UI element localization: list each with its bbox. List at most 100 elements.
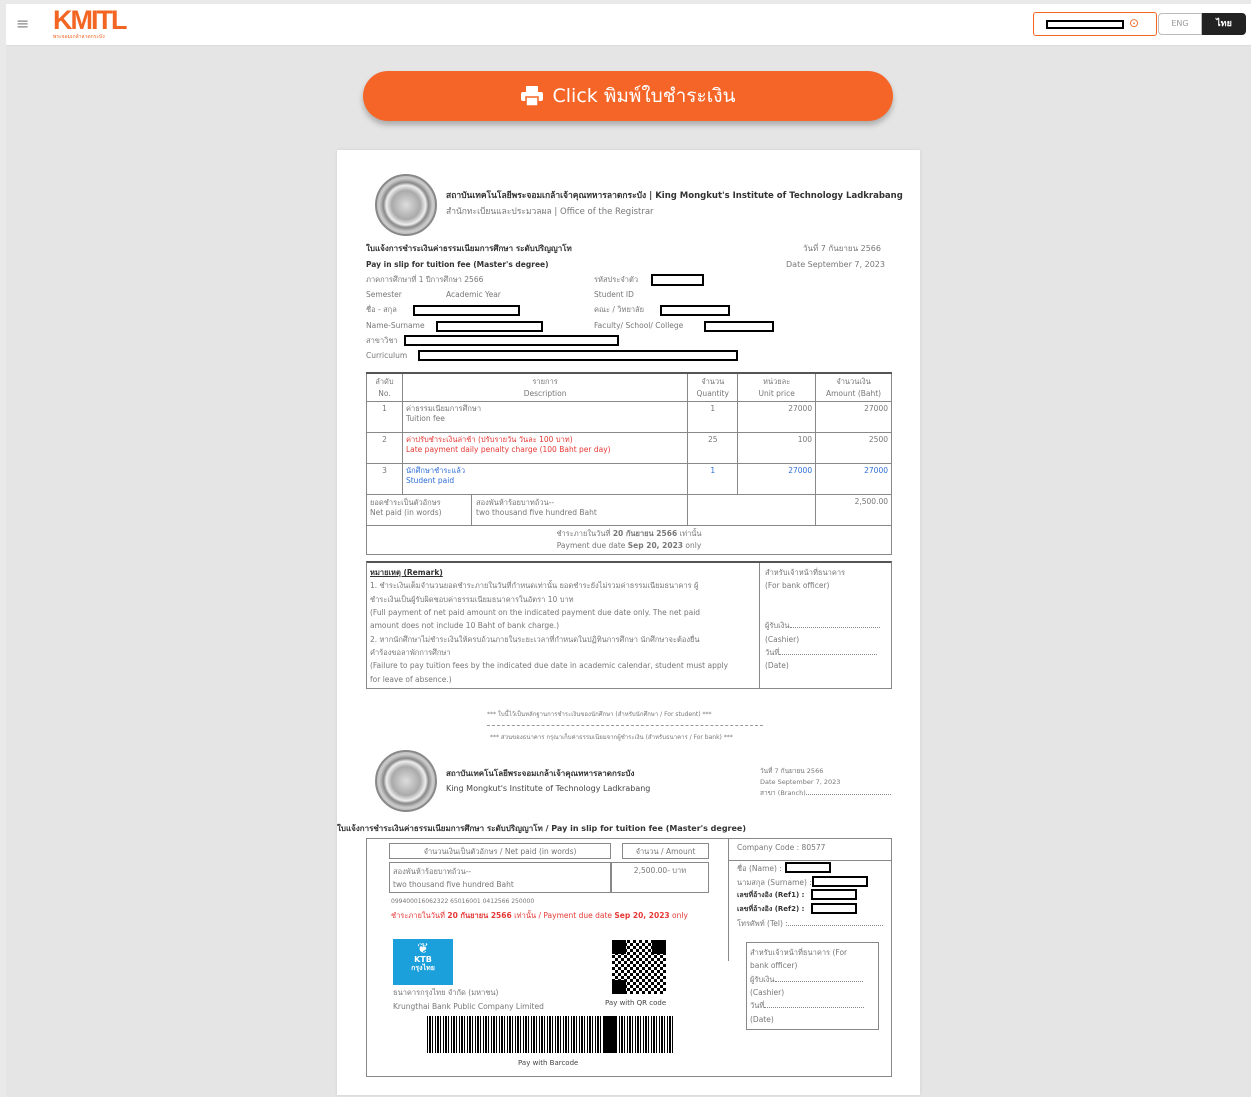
row-quantity: 1 <box>687 401 739 434</box>
slip-title-en: Pay in slip for tuition fee (Master's de… <box>366 260 549 269</box>
surname-label: นามสกุล (Surname) : <box>737 878 812 887</box>
ref2-label: เลขที่อ้างอิง (Ref2) : <box>737 905 805 913</box>
due-th-pre: ชำระภายในวันที่ <box>556 529 613 539</box>
tel-label: โทรศัพท์ (Tel) : <box>737 919 883 928</box>
amount-header-text: จำนวน / Amount <box>635 847 696 856</box>
lang-thai-button[interactable]: ไทย <box>1202 13 1246 35</box>
barcode <box>427 1016 675 1053</box>
row-unit-price: 100 <box>737 432 817 465</box>
desc-en: Late payment daily penalty charge (100 B… <box>405 444 611 454</box>
slip-title-th: ใบแจ้งการชำระเงินค่าธรรมเนียมการศึกษา ระ… <box>366 244 572 253</box>
amount-value-cell: 2,500.00- บาท <box>611 862 709 893</box>
bank-inst-th: สถาบันเทคโนโลยีพระจอมเกล้าเจ้าคุณทหารลาด… <box>446 769 635 778</box>
print-button-label: Click พิมพ์ใบชำระเงิน <box>552 85 736 107</box>
student-id-th: รหัสประจำตัว <box>594 275 639 284</box>
name-en: Name-Surname <box>366 321 425 330</box>
row-description: ค่าธรรมเนียมการศึกษา Tuition fee <box>401 401 689 434</box>
redacted-faculty <box>660 305 730 316</box>
day: วันที่ <box>750 1001 765 1011</box>
date-label-en: (Date) <box>765 661 789 671</box>
divider <box>728 838 729 961</box>
bank-officer-en: (For bank officer) <box>765 581 830 591</box>
net-words-value: สองพันห้าร้อยบาทถ้วน-- two thousand five … <box>471 495 601 526</box>
header-th: ลำดับ <box>375 377 394 386</box>
row-amount: 27000 <box>815 401 892 434</box>
empty-cell <box>687 494 817 527</box>
page-frame: ≡ KMITL พระจอมเกล้าลาดกระบัง ⊙ ENG ไทย C… <box>6 4 1251 1097</box>
row-quantity: 1 <box>687 463 739 496</box>
institute-name: สถาบันเทคโนโลยีพระจอมเกล้าเจ้าคุณทหารลาด… <box>446 191 903 201</box>
words-header-cell: จำนวนเงินเป็นตัวอักษร / Net paid (in wor… <box>389 843 611 859</box>
header-amount: จำนวนเงิน Amount (Baht) <box>815 372 892 403</box>
redacted-student-id <box>651 274 704 286</box>
remark-line: 2. หากนักศึกษาไม่ชำระเงินให้ครบถ้วนภายใน… <box>370 634 700 644</box>
bank-officer-section: สำหรับเจ้าหน้าที่ธนาคาร (For bank office… <box>765 566 880 673</box>
ktb-logo: ❦ KTB กรุงไทย <box>393 939 453 985</box>
slip-date-th: วันที่ 7 กันยายน 2566 <box>803 244 881 253</box>
barcode-redaction <box>603 1016 617 1053</box>
hamburger-menu-icon[interactable]: ≡ <box>16 14 29 33</box>
bank-officer-th: สำหรับเจ้าหน้าที่ธนาคาร <box>765 568 846 577</box>
amount-header-cell: จำนวน / Amount <box>622 843 709 859</box>
slip-date-en: Date September 7, 2023 <box>786 260 885 269</box>
bank-name-en: Krungthai Bank Public Company Limited <box>393 1002 544 1011</box>
due-en-date: Sep 20, 2023 <box>627 540 684 550</box>
redacted-username <box>1046 20 1124 29</box>
cashier-en: (Cashier) <box>765 634 800 644</box>
words-en: two thousand five hundred Baht <box>393 879 514 889</box>
due-date-th: 20 กันยายน 2566 <box>447 911 512 920</box>
desc-th: นักศึกษาชำระแล้ว <box>405 466 466 476</box>
net-words-th: ยอดชำระเป็นตัวอักษร <box>370 498 441 508</box>
words-th: สองพันห้าร้อยบาทถ้วน-- <box>393 867 472 876</box>
desc-en: Tuition fee <box>405 413 445 423</box>
redacted-name-en <box>436 321 543 332</box>
receiver: ผู้รับเงิน <box>750 974 775 984</box>
due-pre: ชำระภายในวันที่ <box>391 911 448 920</box>
branch-text: สาขา (Branch) <box>760 789 806 797</box>
name-th: ชื่อ - สกุล <box>366 305 397 314</box>
net-words-label: ยอดชำระเป็นตัวอักษร Net paid (in words) <box>370 498 442 517</box>
remark-line: (Full payment of net paid amount on the … <box>370 608 701 618</box>
words-value-cell: สองพันห้าร้อยบาทถ้วน-- two thousand five … <box>389 862 611 893</box>
redacted-faculty-en <box>704 321 774 332</box>
remark-line: 1. ชำระเงินเต็มจำนวนยอดชำระภายในวันที่กำ… <box>370 581 699 591</box>
header-en: Quantity <box>696 388 729 398</box>
remark-line: (Failure to pay tuition fees by the indi… <box>370 661 729 671</box>
signature-line <box>789 627 880 629</box>
net-words-value-en: two thousand five hundred Baht <box>476 507 597 517</box>
header-en: No. <box>378 388 391 398</box>
remark-text: หมายเหตุ (Remark) 1. ชำระเงินเต็มจำนวนยอ… <box>370 566 728 686</box>
fee-table: ลำดับ No. รายการ Description จำนวน Quantity… <box>365 372 892 556</box>
cut-line <box>487 725 763 726</box>
divider <box>728 860 892 861</box>
net-paid-cell: ยอดชำระเป็นตัวอักษร Net paid (in words) ส… <box>365 494 689 527</box>
header-th: จำนวนเงิน <box>836 377 871 386</box>
desc-en: Student paid <box>405 475 455 485</box>
bank-slip-title: ใบแจ้งการชำระเงินค่าธรรมเนียมการศึกษา ระ… <box>337 824 746 833</box>
tel-text: โทรศัพท์ (Tel) : <box>737 919 788 928</box>
table-row: 2 ค่าปรับชำระเงินล่าช้า (ปรับรายวัน วันล… <box>366 432 892 465</box>
row-no: 2 <box>366 432 403 465</box>
words-header-text: จำนวนเงินเป็นตัวอักษร / Net paid (in wor… <box>423 847 577 856</box>
header-quantity: จำนวน Quantity <box>687 372 739 403</box>
lang-eng-button[interactable]: ENG <box>1158 13 1202 35</box>
bank-officer-text: สำหรับเจ้าหน้าที่ธนาคาร (For bank office… <box>747 943 878 1029</box>
remark-line: ชำระเงินเป็นผู้รับผิดชอบค่าธรรมเนียมธนาค… <box>370 594 574 604</box>
header-no: ลำดับ No. <box>366 372 403 403</box>
bank-inst-en: King Mongkut's Institute of Technology L… <box>446 784 651 793</box>
table-header-row: ลำดับ No. รายการ Description จำนวน Quantity… <box>366 372 892 403</box>
qr-code <box>612 940 666 994</box>
kmitl-logo[interactable]: KMITL พระจอมเกล้าลาดกระบัง <box>53 6 127 41</box>
user-dropdown[interactable]: ⊙ <box>1033 12 1157 36</box>
semester-th: ภาคการศึกษาที่ 1 ปีการศึกษา 2566 <box>366 275 484 284</box>
due-date-cell: ชำระภายในวันที่ 20 กันยายน 2566 เท่านั้น… <box>366 525 892 556</box>
due-en-post: only <box>683 540 702 550</box>
net-amount: 2,500.00 <box>815 494 892 527</box>
print-slip-button[interactable]: Click พิมพ์ใบชำระเงิน <box>363 71 893 121</box>
due-date-en: Sep 20, 2023 <box>614 911 670 920</box>
student-copy-note: *** ใบนี้ไว้เป็นหลักฐานการชำระเงินของนัก… <box>487 711 712 718</box>
date-line <box>779 654 878 656</box>
row-amount: 2500 <box>815 432 892 465</box>
due-th-post: เท่านั้น <box>677 529 702 539</box>
header-th: รายการ <box>532 377 558 386</box>
